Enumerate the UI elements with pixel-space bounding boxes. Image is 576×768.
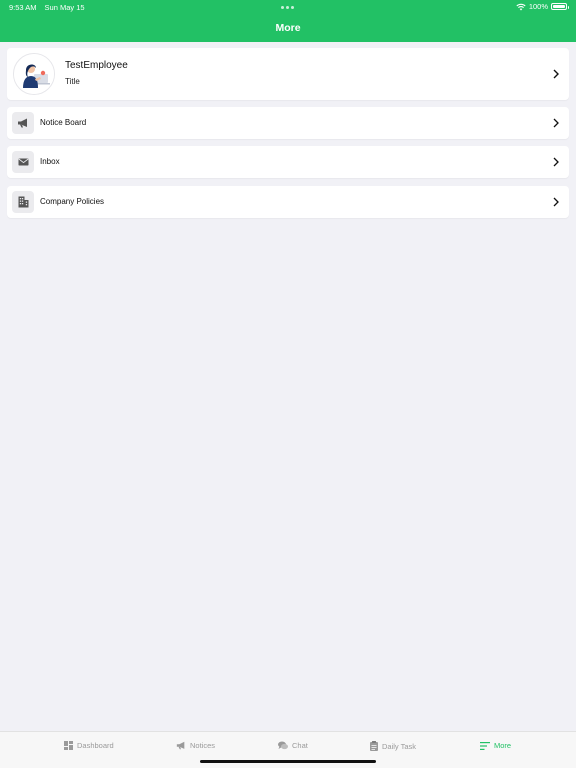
- wifi-icon: [516, 3, 526, 10]
- profile-title: Title: [65, 77, 80, 86]
- menu-item-company-policies[interactable]: Company Policies: [7, 186, 569, 218]
- status-time: 9:53 AM Sun May 15: [9, 3, 85, 12]
- menu-item-inbox[interactable]: Inbox: [7, 146, 569, 178]
- tab-label: More: [494, 741, 512, 750]
- chat-icon: [278, 741, 288, 750]
- menu-item-label: Company Policies: [40, 197, 105, 206]
- profile-name: TestEmployee: [65, 60, 128, 71]
- menu-item-label: Notice Board: [40, 118, 87, 127]
- tab-label: Chat: [292, 741, 308, 750]
- chevron-right-icon: [553, 69, 559, 79]
- tab-more[interactable]: More: [480, 741, 511, 750]
- tab-dashboard[interactable]: Dashboard: [64, 741, 114, 750]
- menu-lines-icon: [480, 741, 490, 750]
- nav-bar: More: [0, 14, 576, 42]
- clipboard-icon: [370, 741, 378, 751]
- status-bar: 9:53 AM Sun May 15 100%: [0, 0, 576, 14]
- dashboard-icon: [64, 741, 73, 750]
- tab-notices[interactable]: Notices: [176, 741, 215, 750]
- building-icon: [12, 191, 34, 213]
- home-indicator: [200, 760, 376, 763]
- tab-label: Dashboard: [77, 741, 114, 750]
- chevron-right-icon: [553, 197, 559, 207]
- megaphone-icon: [12, 112, 34, 134]
- tab-daily-task[interactable]: Daily Task: [370, 741, 416, 751]
- tab-chat[interactable]: Chat: [278, 741, 308, 750]
- envelope-icon: [12, 151, 34, 173]
- menu-item-notice-board[interactable]: Notice Board: [7, 107, 569, 139]
- tab-label: Notices: [190, 741, 216, 750]
- avatar: [13, 53, 55, 95]
- page-title: More: [275, 22, 301, 34]
- chevron-right-icon: [553, 118, 559, 128]
- multitasking-dots-icon[interactable]: [281, 6, 294, 9]
- chevron-right-icon: [553, 157, 559, 167]
- megaphone-icon: [176, 741, 185, 750]
- profile-card[interactable]: TestEmployee Title: [7, 48, 569, 100]
- tab-label: Daily Task: [382, 741, 417, 751]
- battery-percent: 100%: [528, 2, 548, 11]
- menu-item-label: Inbox: [40, 157, 60, 166]
- battery-icon: [551, 3, 569, 10]
- status-date: Sun May 15: [44, 3, 85, 12]
